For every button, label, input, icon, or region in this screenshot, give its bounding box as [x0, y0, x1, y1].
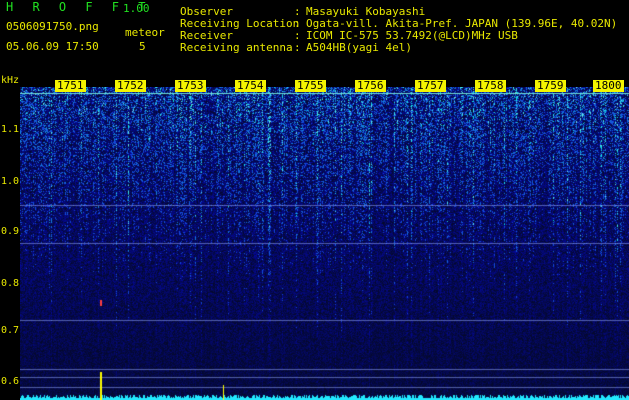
- time-tick-label: 1757: [415, 79, 446, 92]
- time-tick-label: 1759: [535, 79, 566, 92]
- antenna-key: Receiving antenna: [180, 41, 293, 54]
- meteor-label: meteor: [125, 26, 165, 39]
- y-tick-label: 1.1: [1, 124, 20, 135]
- capture-datetime: 05.06.09 17:50: [6, 40, 99, 53]
- file-name: 0506091750.png: [6, 20, 99, 33]
- y-tick-label: 0.7: [1, 325, 20, 336]
- time-tick-label: 1800: [593, 79, 624, 92]
- time-tick-label: 1754: [235, 79, 266, 92]
- app-version: 1.00: [123, 2, 150, 15]
- time-tick-label: 1751: [55, 79, 86, 92]
- y-tick-label: 0.9: [1, 226, 20, 237]
- time-tick-label: 1756: [355, 79, 386, 92]
- y-axis-unit: kHz: [1, 75, 20, 86]
- time-tick-label: 1752: [115, 79, 146, 92]
- y-tick-label: 0.6: [1, 376, 20, 387]
- info-header: H R O F F T 1.00 0506091750.png meteor 0…: [0, 0, 629, 86]
- y-tick-label: 0.8: [1, 278, 20, 289]
- antenna-sep: :: [294, 41, 301, 54]
- antenna-value: A504HB(yagi 4el): [306, 41, 412, 54]
- time-tick-label: 1755: [295, 79, 326, 92]
- meteor-count: 5: [139, 40, 146, 53]
- y-tick-label: 1.0: [1, 176, 20, 187]
- spectrogram-plot: [20, 87, 629, 400]
- time-tick-label: 1753: [175, 79, 206, 92]
- time-tick-label: 1758: [475, 79, 506, 92]
